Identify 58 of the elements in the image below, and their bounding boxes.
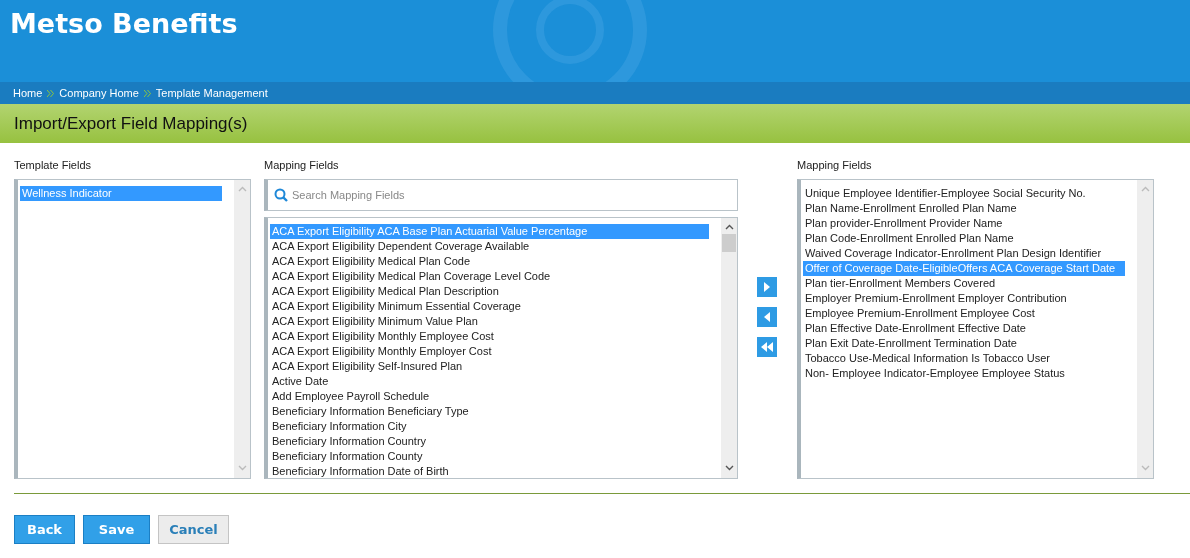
scrollbar[interactable]	[234, 180, 250, 478]
mapping-fields-list[interactable]	[264, 217, 738, 479]
scrollbar[interactable]	[721, 218, 737, 478]
list-item[interactable]: Plan Effective Date-Enrollment Effective Date	[803, 321, 1125, 336]
list-item[interactable]: Active Date	[270, 374, 709, 389]
list-item[interactable]: Employee Premium-Enrollment Employee Cost	[803, 306, 1125, 321]
list-item[interactable]: Plan provider-Enrollment Provider Name	[803, 216, 1125, 231]
list-item[interactable]: Non- Employee Indicator-Employee Employee Status	[803, 366, 1125, 381]
list-item[interactable]: Unique Employee Identifier-Employee Social Security No.	[803, 186, 1125, 201]
breadcrumb-link[interactable]: Template Management	[155, 87, 268, 99]
column-label: Template Fields	[14, 159, 93, 173]
move-right-button[interactable]	[757, 277, 777, 297]
move-all-left-button[interactable]	[757, 337, 777, 357]
double-triangle-left-icon	[760, 342, 774, 352]
list-item[interactable]: Beneficiary Information County	[270, 449, 709, 464]
list-item[interactable]: ACA Export Eligibility Monthly Employer Cost	[270, 344, 709, 359]
list-item[interactable]: ACA Export Eligibility Medical Plan Description	[270, 284, 709, 299]
list-item[interactable]: ACA Export Eligibility Minimum Essential Coverage	[270, 299, 709, 314]
list-item[interactable]: Beneficiary Information City	[270, 419, 709, 434]
list-item[interactable]: Tobacco Use-Medical Information Is Tobacco User	[803, 351, 1125, 366]
chevron-up-icon	[1141, 186, 1150, 192]
chevron-down-icon	[1141, 465, 1150, 471]
list-item[interactable]: ACA Export Eligibility Medical Plan Code	[270, 254, 709, 269]
mapped-fields-list[interactable]	[797, 179, 1154, 479]
search-field[interactable]: Search Mapping Fields	[264, 179, 738, 211]
chevron-up-icon	[725, 224, 734, 230]
column-label: Mapping Fields	[264, 159, 340, 173]
list-item[interactable]: Add Employee Payroll Schedule	[270, 389, 709, 404]
site-title: Metso Benefits	[10, 8, 238, 39]
list-item[interactable]: Beneficiary Information Date of Birth	[270, 464, 709, 478]
chevron-up-icon	[238, 186, 247, 192]
list-item[interactable]: Beneficiary Information Country	[270, 434, 709, 449]
scrollbar[interactable]	[1137, 180, 1153, 478]
list-item[interactable]: ACA Export Eligibility Self-Insured Plan	[270, 359, 709, 374]
list-item[interactable]: ACA Export Eligibility Monthly Employee Cost	[270, 329, 709, 344]
page-title: Import/Export Field Mapping(s)	[14, 113, 248, 134]
column-label: Mapping Fields	[797, 159, 873, 173]
list-item[interactable]: Plan Name-Enrollment Enrolled Plan Name	[803, 201, 1125, 216]
list-item[interactable]: ACA Export Eligibility Dependent Coverage Available	[270, 239, 709, 254]
list-item[interactable]: Beneficiary Information Beneficiary Type	[270, 404, 709, 419]
scroll-thumb[interactable]	[722, 234, 736, 252]
chevron-down-icon	[725, 465, 734, 471]
move-left-button[interactable]	[757, 307, 777, 327]
cancel-button[interactable]: Cancel	[158, 515, 229, 544]
breadcrumb-link[interactable]: Home	[13, 87, 43, 99]
list-item[interactable]: Employer Premium-Enrollment Employer Contribution	[803, 291, 1125, 306]
list-item[interactable]: ACA Export Eligibility Medical Plan Coverage Level Code	[270, 269, 709, 284]
list-item[interactable]: Plan Exit Date-Enrollment Termination Date	[803, 336, 1125, 351]
list-item[interactable]: Plan tier-Enrollment Members Covered	[803, 276, 1125, 291]
triangle-right-icon	[763, 282, 771, 292]
list-item[interactable]: ACA Export Eligibility Minimum Value Plan	[270, 314, 709, 329]
chevron-down-icon	[238, 465, 247, 471]
breadcrumb-link[interactable]: Company Home	[59, 87, 139, 99]
triangle-left-icon	[763, 312, 771, 322]
chevron-icon	[143, 89, 151, 97]
list-item[interactable]: Plan Code-Enrollment Enrolled Plan Name	[803, 231, 1125, 246]
list-item[interactable]: Waived Coverage Indicator-Enrollment Plan Design Identifier	[803, 246, 1125, 261]
chevron-icon	[47, 89, 55, 97]
